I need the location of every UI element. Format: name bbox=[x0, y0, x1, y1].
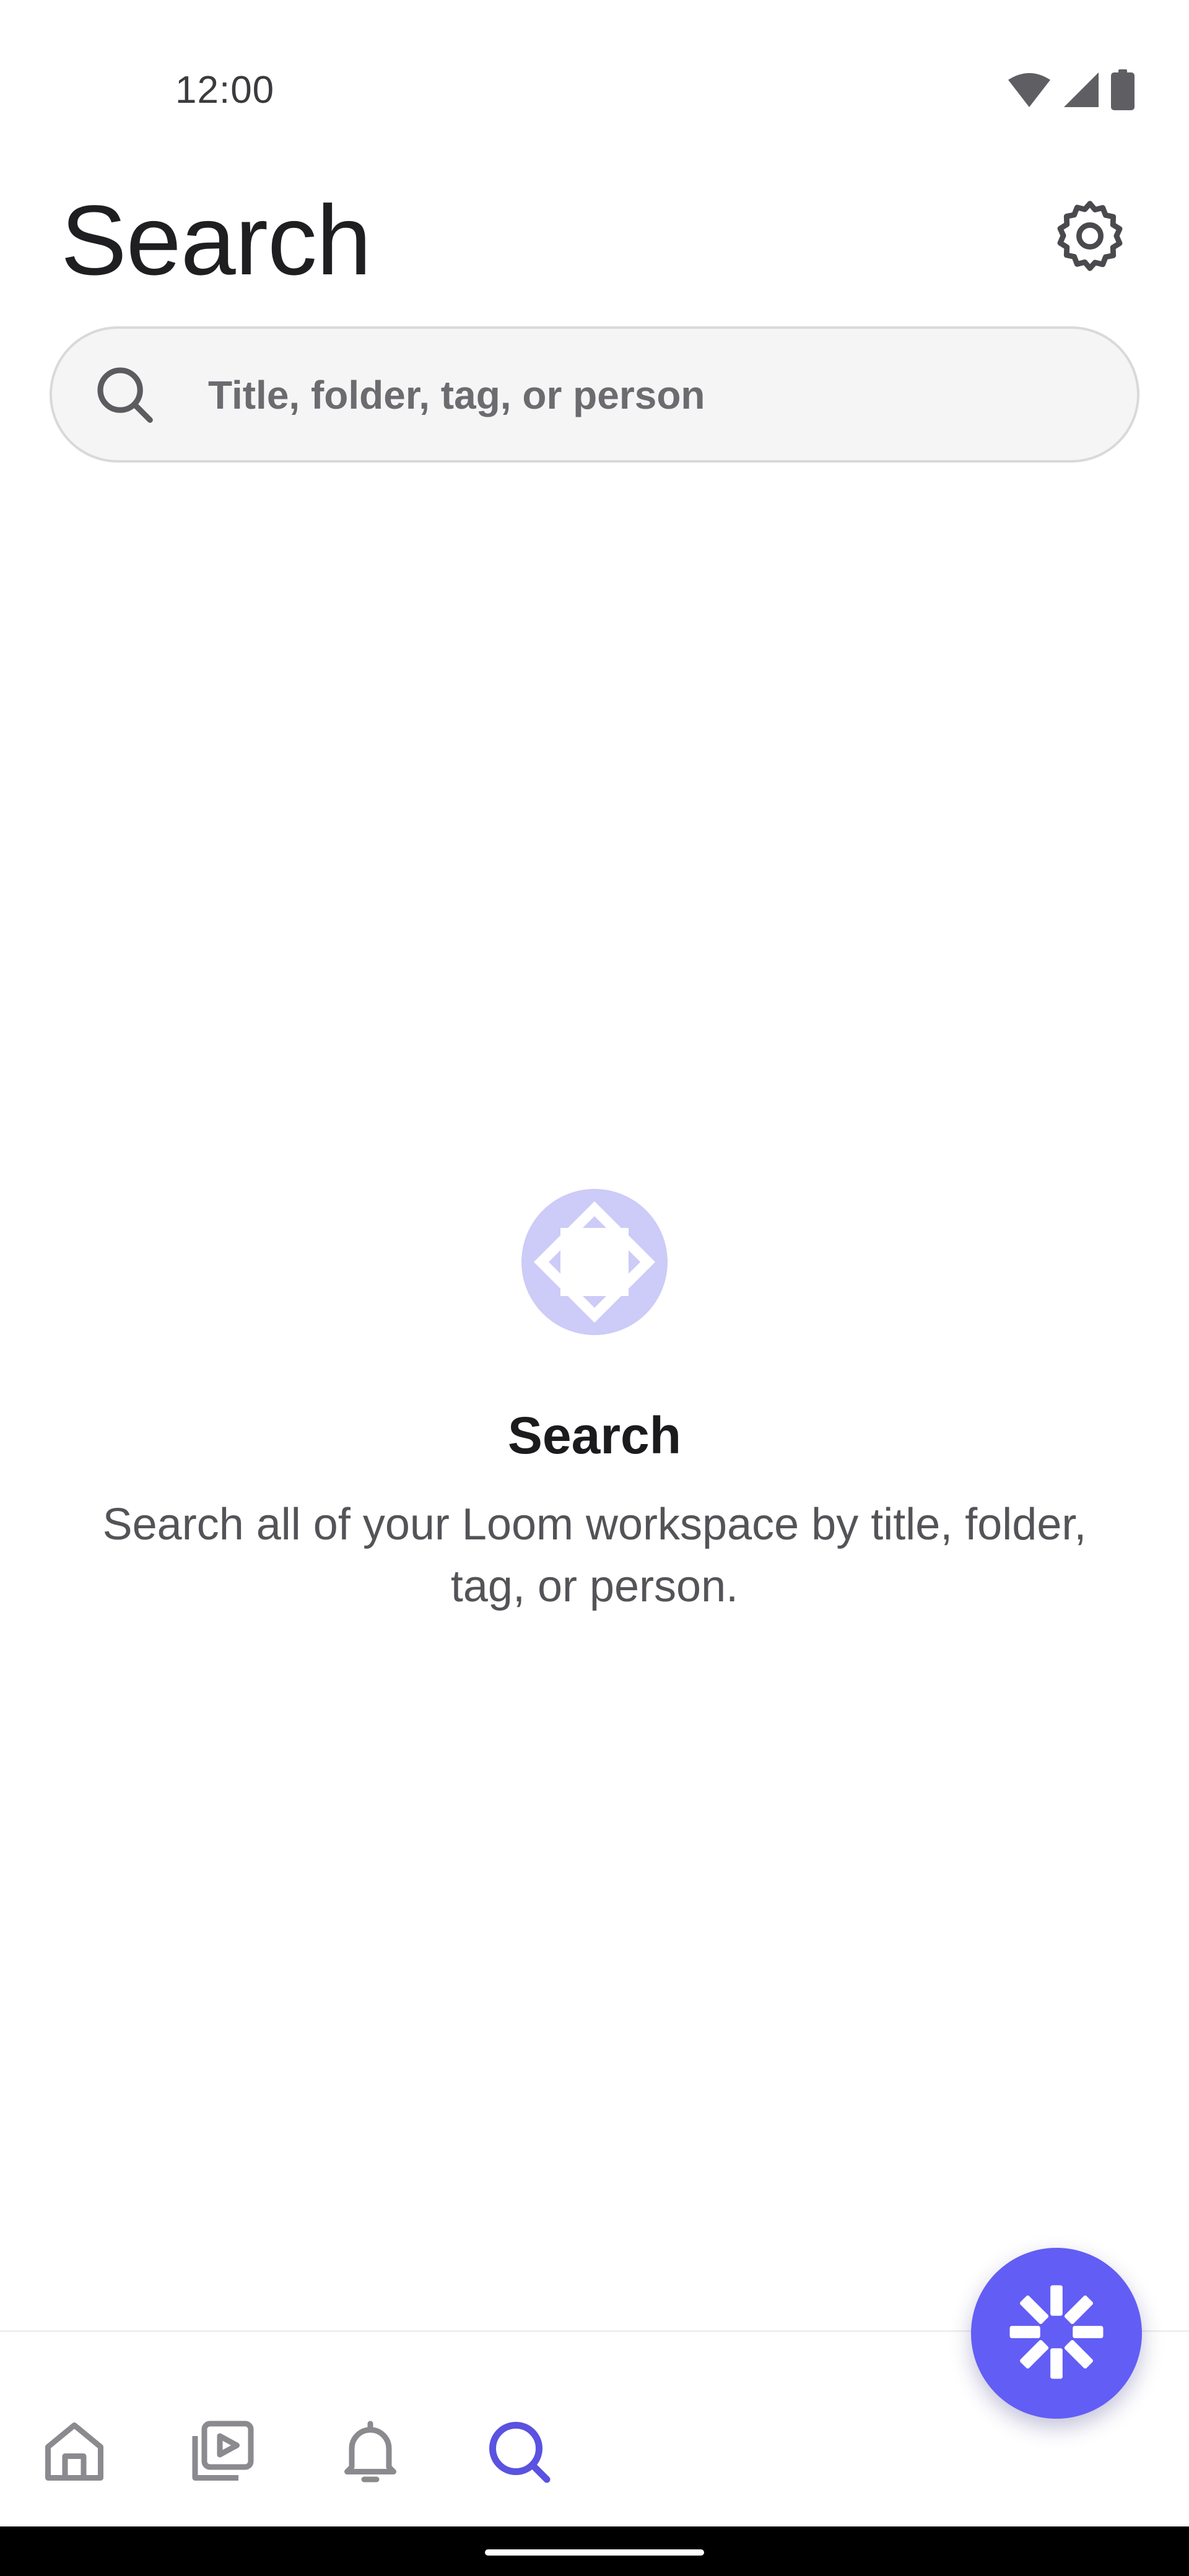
signal-icon bbox=[1063, 71, 1100, 111]
nav-home[interactable] bbox=[25, 2403, 124, 2502]
nav-search[interactable] bbox=[469, 2403, 568, 2502]
search-input[interactable] bbox=[207, 329, 1107, 461]
empty-state-illustration bbox=[520, 1188, 669, 1336]
empty-state-description: Search all of your Loom workspace by tit… bbox=[102, 1500, 1087, 1611]
home-indicator[interactable] bbox=[485, 2549, 704, 2556]
settings-button[interactable] bbox=[1050, 197, 1130, 277]
search-field[interactable] bbox=[50, 326, 1139, 463]
system-navigation-bar bbox=[0, 2526, 1189, 2576]
gear-icon bbox=[1052, 198, 1128, 277]
empty-state-title: Search bbox=[507, 1406, 682, 1464]
battery-icon bbox=[1111, 69, 1135, 113]
status-time: 12:00 bbox=[175, 69, 275, 111]
nav-notifications[interactable] bbox=[321, 2403, 420, 2502]
status-icons bbox=[1007, 69, 1135, 113]
wifi-icon bbox=[1007, 71, 1052, 111]
record-button[interactable] bbox=[971, 2248, 1142, 2419]
status-bar: 12:00 bbox=[0, 0, 1189, 136]
home-icon bbox=[37, 2414, 111, 2492]
video-library-icon bbox=[186, 2414, 260, 2492]
loom-record-icon bbox=[1006, 2281, 1107, 2386]
search-icon bbox=[90, 360, 159, 429]
search-icon bbox=[482, 2414, 556, 2492]
page-title: Search bbox=[61, 185, 372, 295]
nav-library[interactable] bbox=[173, 2403, 272, 2502]
bell-icon bbox=[333, 2414, 407, 2492]
